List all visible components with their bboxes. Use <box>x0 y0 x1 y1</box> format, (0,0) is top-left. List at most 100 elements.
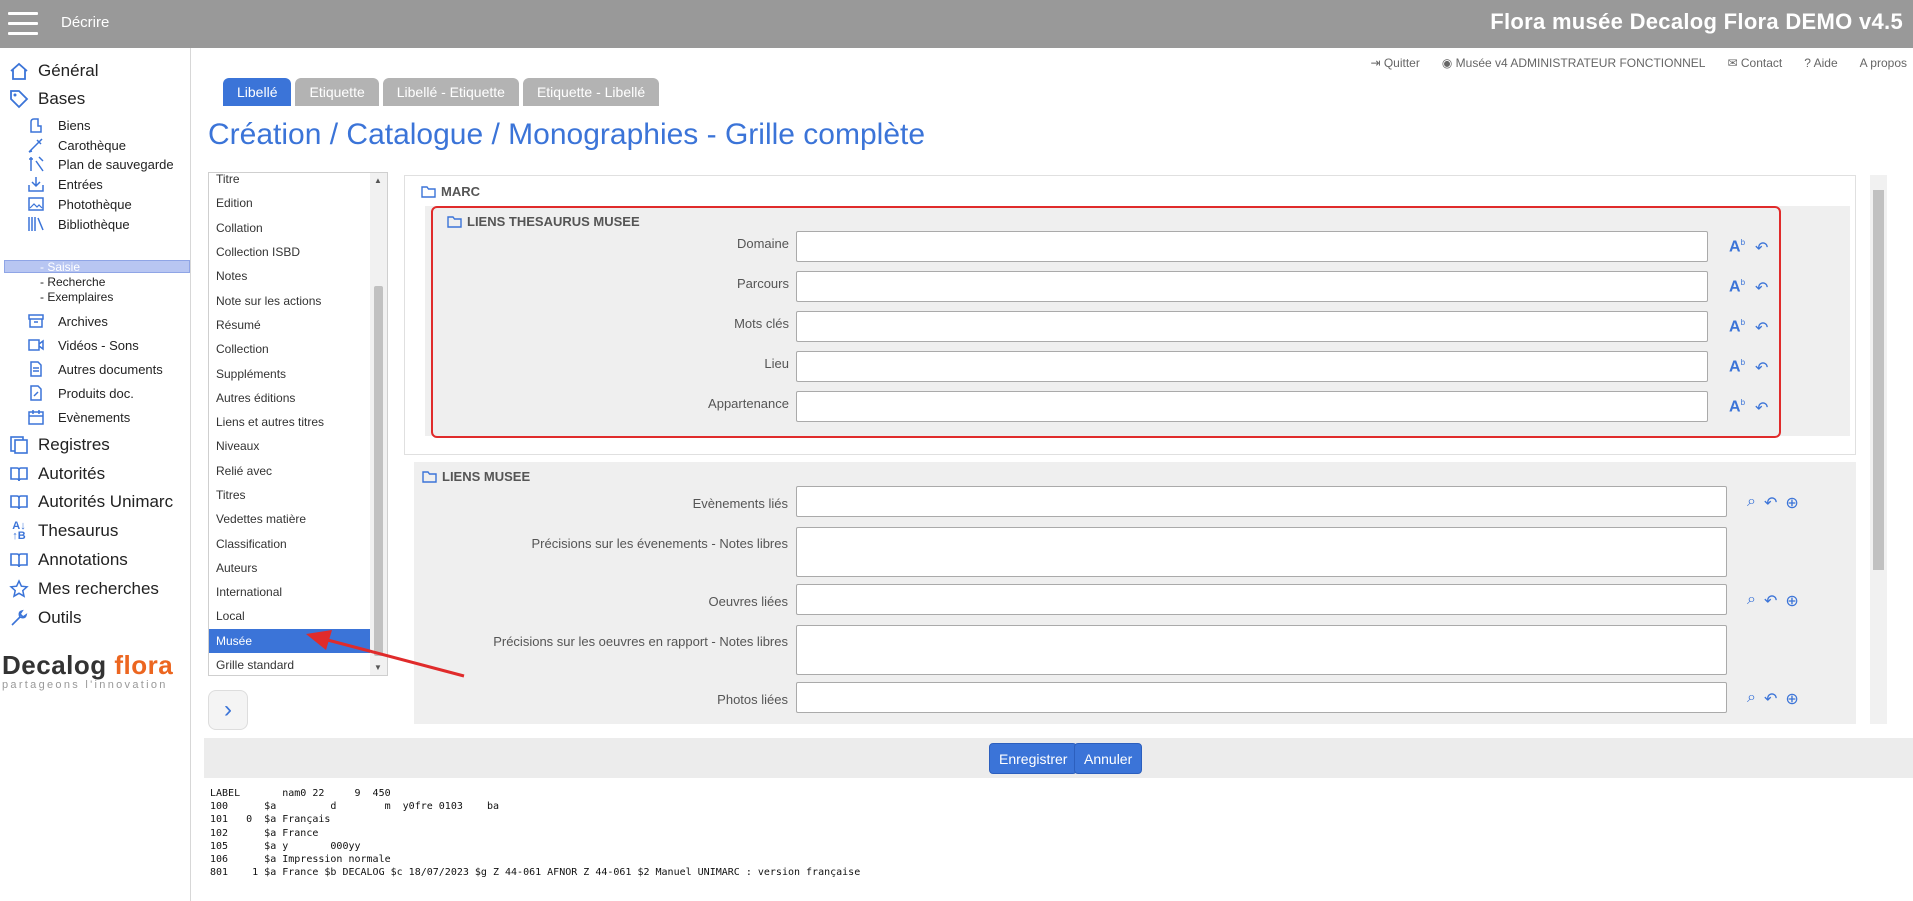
list-item[interactable]: Edition <box>209 191 387 215</box>
sidebar-item-autres-docs[interactable]: Autres documents <box>26 358 163 380</box>
quit-link[interactable]: ⇥ Quitter <box>1370 56 1419 70</box>
user-link[interactable]: ◉ Musée v4 ADMINISTRATEUR FONCTIONNEL <box>1442 56 1706 70</box>
registry-icon <box>8 434 30 456</box>
field-label: Précisions sur les évenements - Notes li… <box>531 536 789 551</box>
sidebar-item-annotations[interactable]: Annotations <box>8 547 128 573</box>
sidebar-item-general[interactable]: Général <box>8 58 98 84</box>
sidebar-item-archives[interactable]: Archives <box>26 310 108 332</box>
sidebar-item-label: Produits doc. <box>58 385 134 401</box>
field-label: Appartenance <box>708 396 789 411</box>
list-item[interactable]: Note sur les actions <box>209 288 387 312</box>
tag-icon <box>8 88 30 110</box>
add-icon[interactable]: ⊕ <box>1785 591 1798 611</box>
form-panel: MARC LIENS THESAURUS MUSEE Domaine Ab ↶ P… <box>404 175 1889 724</box>
precisions-oeuvres-textarea[interactable] <box>796 625 1727 675</box>
about-link[interactable]: A propos <box>1860 56 1907 70</box>
list-item[interactable]: Vedettes matière <box>209 507 387 531</box>
sidebar-item-videos[interactable]: Vidéos - Sons <box>26 334 139 356</box>
precisions-evenements-textarea[interactable] <box>796 527 1727 577</box>
add-icon[interactable]: ⊕ <box>1785 493 1798 513</box>
list-item[interactable]: Notes <box>209 264 387 288</box>
format-text-icon[interactable]: Ab <box>1729 278 1745 298</box>
parcours-actions: Ab ↶ <box>1729 278 1768 298</box>
next-button[interactable]: › <box>208 690 248 730</box>
sidebar-item-label: Autorités <box>38 464 106 483</box>
sidebar-item-phototheque[interactable]: Photothèque <box>26 193 132 215</box>
list-item-selected[interactable]: Musée <box>209 628 370 653</box>
sidebar-item-thesaurus[interactable]: A↓ ↑B Thesaurus <box>8 518 118 544</box>
undo-icon[interactable]: ↶ <box>1755 398 1768 418</box>
cancel-button[interactable]: Annuler <box>1074 743 1143 774</box>
sidebar-item-recherche[interactable]: - Recherche <box>40 275 105 289</box>
format-text-icon[interactable]: Ab <box>1729 358 1745 378</box>
contact-link[interactable]: ✉ Contact <box>1727 56 1782 70</box>
oeuvres-liees-input[interactable] <box>796 584 1727 615</box>
sidebar-item-bases[interactable]: Bases <box>8 86 85 112</box>
sidebar-item-autorites[interactable]: Autorités <box>8 461 105 487</box>
format-text-icon[interactable]: Ab <box>1729 318 1745 338</box>
search-icon[interactable]: ⌕ <box>1747 493 1756 513</box>
list-item[interactable]: Auteurs <box>209 556 387 580</box>
undo-icon[interactable]: ↶ <box>1755 358 1768 378</box>
save-button[interactable]: Enregistrer <box>989 743 1078 774</box>
mots-cles-input[interactable] <box>796 311 1708 342</box>
list-item[interactable]: Relié avec <box>209 459 387 483</box>
list-item[interactable]: Grille standard <box>209 653 387 675</box>
domaine-input[interactable] <box>796 231 1708 262</box>
photos-liees-input[interactable] <box>796 682 1727 713</box>
list-item[interactable]: Titres <box>209 483 387 507</box>
tab-etiquette[interactable]: Etiquette <box>295 78 379 106</box>
list-item[interactable]: Suppléments <box>209 361 387 385</box>
list-item[interactable]: Liens et autres titres <box>209 410 387 434</box>
sidebar-item-mes-recherches[interactable]: Mes recherches <box>8 576 159 602</box>
sidebar-item-autorites-unimarc[interactable]: Autorités Unimarc <box>8 489 173 515</box>
list-item[interactable]: Titre <box>209 173 387 191</box>
section-list-scrollbar[interactable]: ▲ ▼ <box>370 173 387 675</box>
undo-icon[interactable]: ↶ <box>1764 591 1777 611</box>
sidebar-item-label: Biens <box>58 117 91 133</box>
list-item[interactable]: Autres éditions <box>209 386 387 410</box>
sidebar-item-plan[interactable]: Plan de sauvegarde <box>26 153 174 175</box>
header-links: ⇥ Quitter ◉ Musée v4 ADMINISTRATEUR FONC… <box>1370 56 1907 70</box>
list-item[interactable]: Classification <box>209 531 387 555</box>
undo-icon[interactable]: ↶ <box>1755 318 1768 338</box>
undo-icon[interactable]: ↶ <box>1755 238 1768 258</box>
list-item[interactable]: Local <box>209 604 387 628</box>
search-icon[interactable]: ⌕ <box>1747 689 1756 709</box>
sidebar-item-registres[interactable]: Registres <box>8 432 110 458</box>
format-text-icon[interactable]: Ab <box>1729 238 1745 258</box>
add-icon[interactable]: ⊕ <box>1785 689 1798 709</box>
sidebar-item-evenements[interactable]: Evènements <box>26 406 130 428</box>
undo-icon[interactable]: ↶ <box>1764 689 1777 709</box>
list-item[interactable]: Collation <box>209 216 387 240</box>
menu-icon[interactable] <box>8 12 38 36</box>
list-item[interactable]: Résumé <box>209 313 387 337</box>
sidebar-item-outils[interactable]: Outils <box>8 605 81 631</box>
help-link[interactable]: ? Aide <box>1804 56 1837 70</box>
search-icon[interactable]: ⌕ <box>1747 591 1756 611</box>
tab-libelle[interactable]: Libellé <box>223 78 292 106</box>
form-scrollbar[interactable] <box>1870 175 1887 724</box>
hand-icon <box>26 115 46 135</box>
format-text-icon[interactable]: Ab <box>1729 398 1745 418</box>
undo-icon[interactable]: ↶ <box>1764 493 1777 513</box>
appartenance-input[interactable] <box>796 391 1708 422</box>
list-item[interactable]: Collection ISBD <box>209 240 387 264</box>
tab-libelle-etiquette[interactable]: Libellé - Etiquette <box>382 78 519 106</box>
undo-icon[interactable]: ↶ <box>1755 278 1768 298</box>
lieu-input[interactable] <box>796 351 1708 382</box>
sidebar-item-entrees[interactable]: Entrées <box>26 173 103 195</box>
parcours-input[interactable] <box>796 271 1708 302</box>
list-item[interactable]: Collection <box>209 337 387 361</box>
sidebar-item-bibliotheque[interactable]: Bibliothèque <box>26 213 130 235</box>
sidebar-item-saisie[interactable]: - Saisie <box>40 260 80 274</box>
tab-etiquette-libelle[interactable]: Etiquette - Libellé <box>522 78 660 106</box>
top-bar: Décrire Flora musée Decalog Flora DEMO v… <box>0 0 1913 48</box>
sidebar-item-biens[interactable]: Biens <box>26 114 91 136</box>
list-item[interactable]: Niveaux <box>209 434 387 458</box>
sidebar-item-produits[interactable]: Produits doc. <box>26 382 134 404</box>
evenements-lies-input[interactable] <box>796 486 1727 517</box>
sidebar-item-label: Photothèque <box>58 196 132 212</box>
list-item[interactable]: International <box>209 580 387 604</box>
sidebar-item-exemplaires[interactable]: - Exemplaires <box>40 290 113 304</box>
